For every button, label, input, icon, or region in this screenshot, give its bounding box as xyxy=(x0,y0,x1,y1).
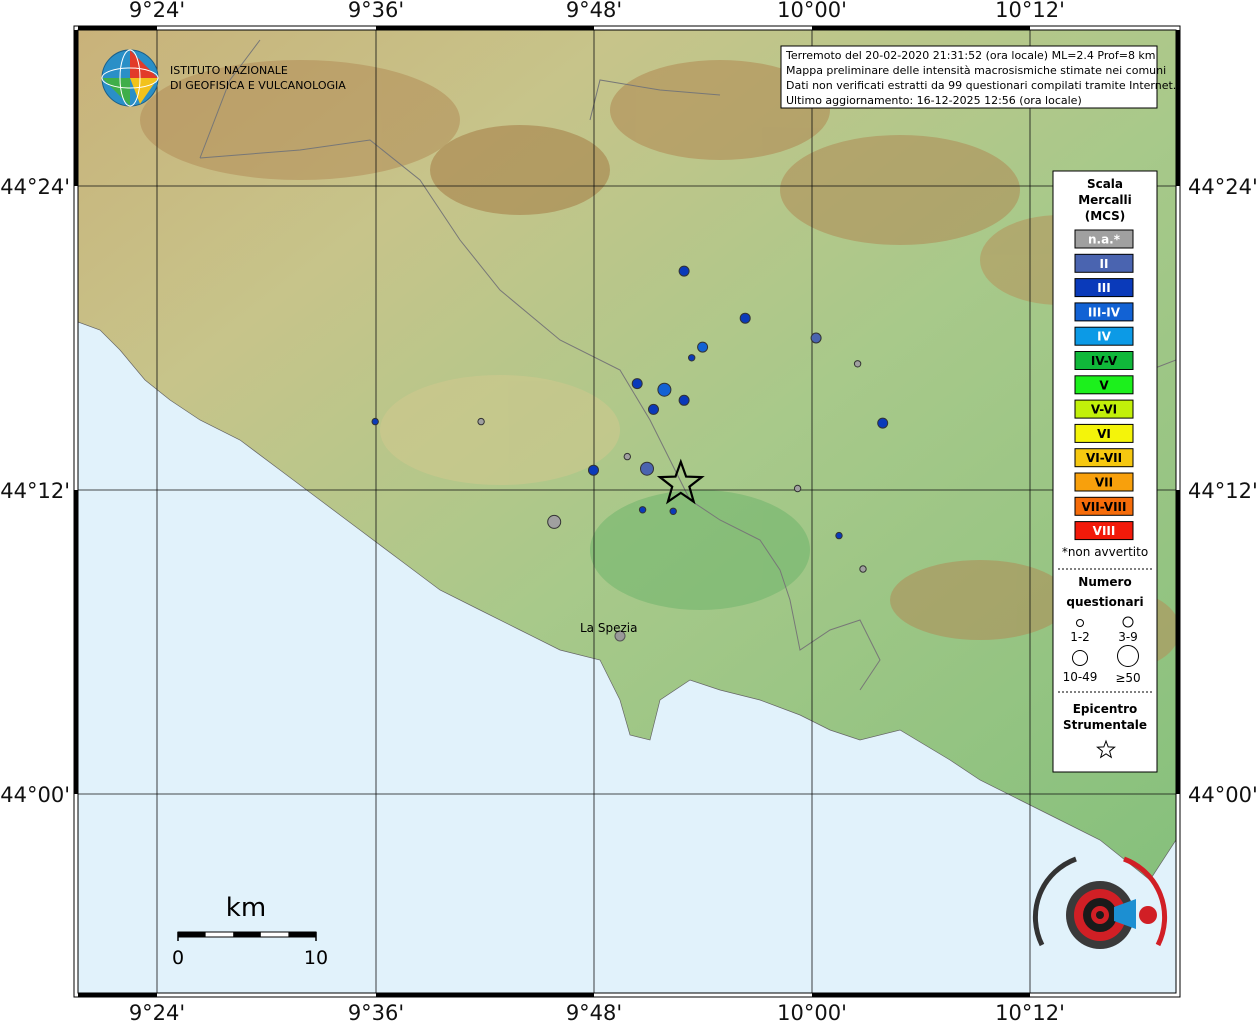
legend-swatch-label: IV xyxy=(1097,330,1111,344)
lon-label-bottom: 9°48' xyxy=(566,1001,622,1024)
lon-label-bottom: 9°36' xyxy=(348,1001,404,1024)
scale-end: 10 xyxy=(304,947,328,969)
scale-unit: km xyxy=(226,893,266,923)
lat-label-left: 44°24' xyxy=(0,175,70,199)
intensity-point[interactable] xyxy=(678,265,690,277)
intensity-point[interactable] xyxy=(739,312,751,324)
epi-title: Epicentro xyxy=(1073,702,1138,716)
intensity-point[interactable] xyxy=(623,452,631,461)
legend-swatch-label: VII xyxy=(1095,476,1113,490)
count-label: ≥50 xyxy=(1115,671,1140,685)
intensity-point[interactable] xyxy=(859,565,867,573)
count-title: Numero xyxy=(1078,575,1131,589)
lat-label-right: 44°12' xyxy=(1188,479,1257,503)
intensity-point[interactable] xyxy=(547,514,562,529)
info-line1: Terremoto del 20-02-2020 21:31:52 (ora l… xyxy=(785,49,1156,62)
legend-swatch-label: VIII xyxy=(1093,524,1116,538)
legend-note: *non avvertito xyxy=(1062,545,1148,559)
legend-swatch-label: VI xyxy=(1097,427,1111,441)
logo-line2: DI GEOFISICA E VULCANOLOGIA xyxy=(170,79,346,92)
legend-swatch-label: V-VI xyxy=(1091,403,1117,417)
city-label: La Spezia xyxy=(580,621,637,635)
lon-label-top: 9°24' xyxy=(129,0,185,22)
info-line4: Ultimo aggiornamento: 16-12-2025 12:56 (… xyxy=(786,94,1082,107)
map-canvas: La Spezia xyxy=(78,30,1176,993)
intensity-point[interactable] xyxy=(810,332,822,344)
lat-label-right: 44°24' xyxy=(1188,175,1257,199)
lon-label-bottom: 10°12' xyxy=(995,1001,1065,1024)
scale-start: 0 xyxy=(172,947,184,969)
legend-swatch-label: VII-VIII xyxy=(1081,500,1126,514)
logo-line1: ISTITUTO NAZIONALE xyxy=(170,64,288,77)
legend-title: (MCS) xyxy=(1085,209,1126,223)
lat-label-left: 44°00' xyxy=(0,783,70,807)
info-line2: Mappa preliminare delle intensità macros… xyxy=(786,64,1166,77)
intensity-point[interactable] xyxy=(640,461,654,476)
lon-label-top: 9°36' xyxy=(348,0,404,22)
lat-label-right: 44°00' xyxy=(1188,783,1257,807)
intensity-point[interactable] xyxy=(669,507,677,515)
intensity-point[interactable] xyxy=(371,417,379,426)
legend-swatch-label: n.a.* xyxy=(1088,233,1121,247)
lon-label-bottom: 9°24' xyxy=(129,1001,185,1024)
intensity-point[interactable] xyxy=(588,464,599,476)
lon-label-top: 9°48' xyxy=(566,0,622,22)
count-label: 10-49 xyxy=(1063,670,1098,684)
legend-swatch-label: VI-VII xyxy=(1086,451,1122,465)
intensity-point[interactable] xyxy=(877,417,889,429)
legend-swatch-label: III xyxy=(1097,281,1110,295)
legend-title: Mercalli xyxy=(1078,193,1132,207)
count-label: 1-2 xyxy=(1070,630,1090,644)
lon-label-top: 10°12' xyxy=(995,0,1065,22)
intensity-point[interactable] xyxy=(793,484,802,493)
intensity-point[interactable] xyxy=(835,531,843,540)
info-line3: Dati non verificati estratti da 99 quest… xyxy=(786,79,1176,92)
legend-swatch-label: II xyxy=(1100,257,1109,271)
intensity-point[interactable] xyxy=(688,354,696,362)
intensity-point[interactable] xyxy=(697,341,709,353)
intensity-point[interactable] xyxy=(678,394,690,406)
intensity-point[interactable] xyxy=(853,360,862,368)
lon-label-bottom: 10°00' xyxy=(777,1001,847,1024)
intensity-map: La Spezia 9°24' 9°36' 9°48' 10°00' 10°12… xyxy=(0,0,1257,1024)
intensity-point[interactable] xyxy=(477,417,485,426)
info-box: Terremoto del 20-02-2020 21:31:52 (ora l… xyxy=(780,45,1176,109)
count-label: 3-9 xyxy=(1118,630,1138,644)
legend: Scala Mercalli (MCS) n.a.*IIIIIIII-IVIVI… xyxy=(1052,170,1158,773)
intensity-point[interactable] xyxy=(657,382,672,397)
epi-title: Strumentale xyxy=(1063,718,1147,732)
lon-label-top: 10°00' xyxy=(777,0,847,22)
lat-label-left: 44°12' xyxy=(0,479,70,503)
intensity-point[interactable] xyxy=(638,506,647,514)
count-title: questionari xyxy=(1066,595,1143,609)
intensity-point[interactable] xyxy=(648,403,659,415)
intensity-point[interactable] xyxy=(631,378,643,390)
legend-swatch-label: V xyxy=(1099,378,1109,392)
legend-title: Scala xyxy=(1087,177,1123,191)
legend-swatch-label: III-IV xyxy=(1088,305,1121,319)
legend-swatch-label: IV-V xyxy=(1091,354,1118,368)
